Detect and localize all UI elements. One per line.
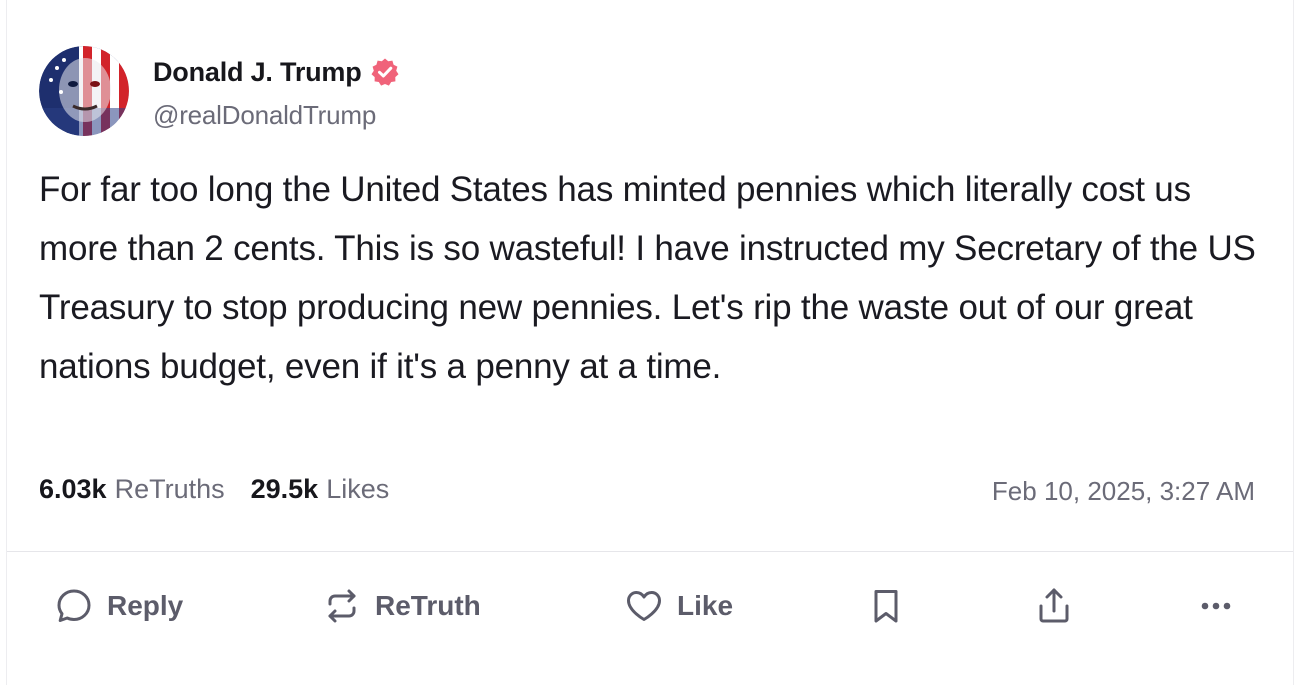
bookmark-icon [874, 590, 898, 623]
author-name-row: Donald J. Trump [153, 55, 400, 89]
verified-badge-icon [370, 57, 400, 87]
post-body-text: For far too long the United States has m… [39, 170, 1256, 386]
retruth-label: ReTruth [375, 590, 481, 621]
avatar[interactable] [39, 46, 129, 136]
reply-button[interactable]: Reply [53, 578, 183, 634]
likes-count: 29.5k [250, 474, 319, 504]
likes-label: Likes [326, 474, 390, 504]
share-icon [1039, 588, 1069, 623]
post-card: Donald J. Trump @realDonaldTrump For far… [6, 0, 1294, 685]
more-icon [1201, 602, 1231, 610]
post-stats: 6.03k ReTruths 29.5k Likes [39, 474, 389, 505]
share-button[interactable] [1033, 578, 1075, 634]
author-display-name[interactable]: Donald J. Trump [153, 57, 362, 88]
like-icon [627, 591, 661, 621]
like-button[interactable]: Like [623, 578, 733, 634]
post-actions-bar: Reply ReTruth Like [7, 578, 1293, 634]
retruth-icon [328, 589, 356, 623]
avatar-flag-portrait-icon [39, 46, 129, 136]
author-handle[interactable]: @realDonaldTrump [153, 100, 376, 131]
post-timestamp[interactable]: Feb 10, 2025, 3:27 AM [992, 476, 1255, 507]
retruths-count: 6.03k [39, 474, 107, 504]
more-options-button[interactable] [1195, 578, 1237, 634]
retruth-button[interactable]: ReTruth [321, 578, 481, 634]
likes-stat[interactable]: 29.5k Likes [251, 474, 390, 505]
bookmark-button[interactable] [865, 578, 907, 634]
like-label: Like [677, 590, 734, 621]
retruths-label: ReTruths [114, 474, 225, 504]
reply-label: Reply [107, 590, 184, 621]
reply-icon [57, 589, 91, 622]
divider [7, 551, 1293, 552]
retruths-stat[interactable]: 6.03k ReTruths [39, 474, 225, 505]
